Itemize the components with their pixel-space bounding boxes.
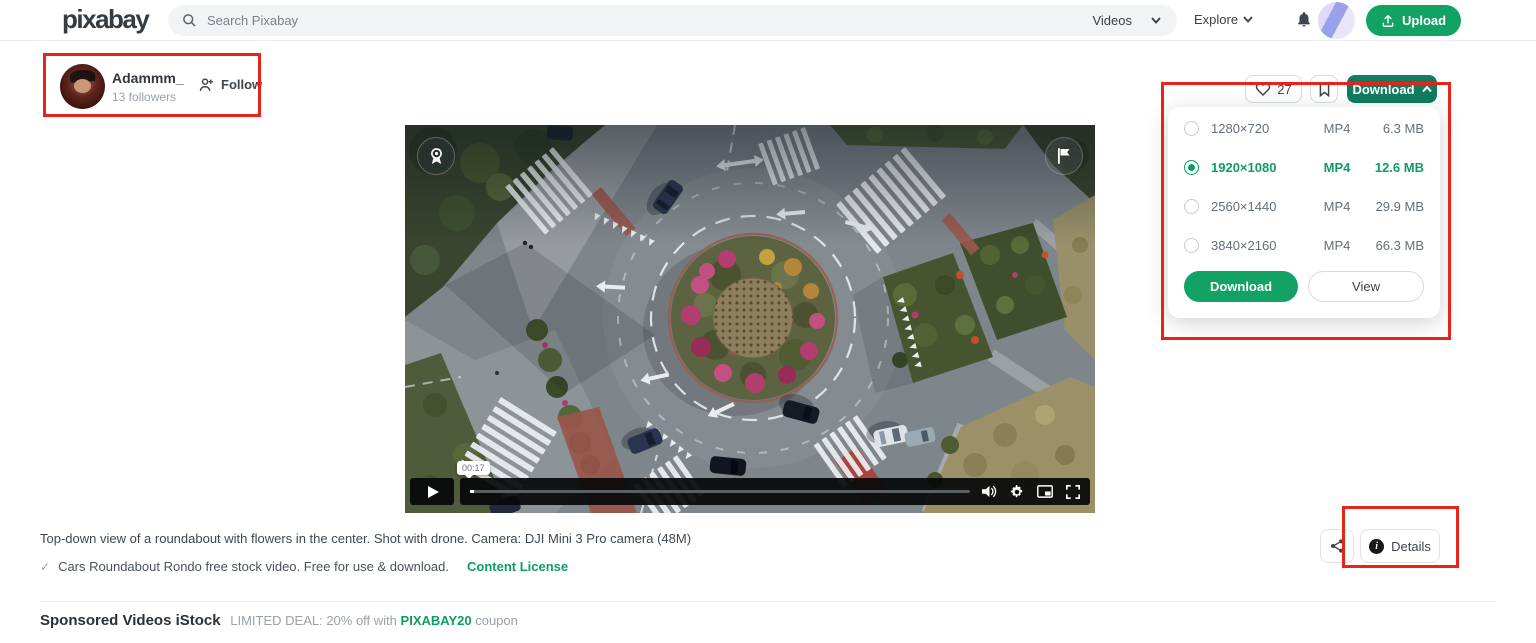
resolution-option-1280x720[interactable]: 1280×720 MP4 6.3 MB	[1168, 109, 1440, 148]
like-button[interactable]: 27	[1245, 75, 1302, 103]
bookmark-button[interactable]	[1310, 75, 1338, 103]
details-button[interactable]: i Details	[1360, 529, 1440, 563]
chevron-up-icon	[1421, 85, 1432, 92]
share-button[interactable]	[1320, 529, 1354, 563]
sponsored-row: Sponsored Videos iStock LIMITED DEAL: 20…	[40, 612, 518, 629]
volume-icon[interactable]	[982, 485, 997, 498]
search-input[interactable]	[197, 13, 1093, 28]
upload-button[interactable]: Upload	[1366, 5, 1462, 36]
download-options-panel: 1280×720 MP4 6.3 MB 1920×1080 MP4 12.6 M…	[1168, 107, 1440, 318]
play-button[interactable]	[410, 478, 454, 505]
radio-selected[interactable]	[1184, 160, 1199, 175]
video-controls	[410, 478, 1090, 505]
video-frame-roundabout-aerial	[405, 125, 1095, 513]
license-row: ✓ Cars Roundabout Rondo free stock video…	[40, 559, 568, 574]
sponsored-title[interactable]: Sponsored Videos iStock	[40, 612, 221, 629]
add-person-icon	[199, 78, 213, 91]
pixabay-logo[interactable]: pixabay	[62, 4, 150, 35]
section-divider	[40, 601, 1496, 602]
content-license-link[interactable]: Content License	[467, 559, 568, 574]
radio-unselected[interactable]	[1184, 238, 1199, 253]
search-bar[interactable]: Videos	[168, 5, 1177, 36]
video-player[interactable]: 00:17	[405, 125, 1095, 513]
picture-in-picture-icon[interactable]	[1037, 485, 1053, 498]
fullscreen-icon[interactable]	[1066, 484, 1080, 499]
download-confirm-button[interactable]: Download	[1184, 271, 1298, 302]
radio-unselected[interactable]	[1184, 121, 1199, 136]
playback-time-tooltip: 00:17	[457, 461, 490, 479]
play-icon	[428, 485, 439, 498]
sponsored-deal-suffix: coupon	[475, 613, 518, 628]
license-text: Cars Roundabout Rondo free stock video. …	[58, 559, 450, 574]
video-caption: Top-down view of a roundabout with flowe…	[40, 531, 692, 546]
check-icon: ✓	[40, 559, 51, 574]
bookmark-icon	[1319, 82, 1329, 97]
resolution-option-2560x1440[interactable]: 2560×1440 MP4 29.9 MB	[1168, 187, 1440, 226]
explore-menu[interactable]: Explore	[1194, 12, 1253, 27]
sponsored-coupon-code: PIXABAY20	[400, 613, 472, 628]
share-icon	[1331, 539, 1343, 553]
view-button[interactable]: View	[1308, 271, 1424, 302]
notifications-bell-icon[interactable]	[1295, 10, 1313, 34]
award-badge-icon	[417, 137, 455, 175]
media-type-dropdown[interactable]: Videos	[1092, 13, 1177, 28]
like-count: 27	[1277, 81, 1292, 97]
uploader-name[interactable]: Adammm_	[112, 70, 184, 86]
chevron-down-icon	[1243, 16, 1253, 23]
download-dropdown-button[interactable]: Download	[1347, 75, 1437, 103]
search-icon	[183, 14, 196, 27]
info-icon: i	[1369, 538, 1385, 554]
progress-bar[interactable]	[470, 490, 970, 493]
user-avatar[interactable]	[1318, 2, 1355, 39]
chevron-down-icon	[1151, 17, 1161, 24]
heart-icon	[1256, 82, 1271, 96]
flag-report-icon[interactable]	[1045, 137, 1083, 175]
follow-button[interactable]: Follow	[198, 77, 262, 92]
radio-unselected[interactable]	[1184, 199, 1199, 214]
resolution-option-3840x2160[interactable]: 3840×2160 MP4 66.3 MB	[1168, 226, 1440, 265]
resolution-option-1920x1080[interactable]: 1920×1080 MP4 12.6 MB	[1168, 148, 1440, 187]
upload-icon	[1382, 14, 1394, 27]
navbar: pixabay Videos Explore Upload	[0, 0, 1536, 41]
sponsored-deal-text: LIMITED DEAL: 20% off with	[230, 613, 397, 628]
uploader-followers: 13 followers	[112, 90, 177, 104]
uploader-avatar[interactable]	[60, 64, 105, 109]
settings-gear-icon[interactable]	[1010, 484, 1024, 499]
